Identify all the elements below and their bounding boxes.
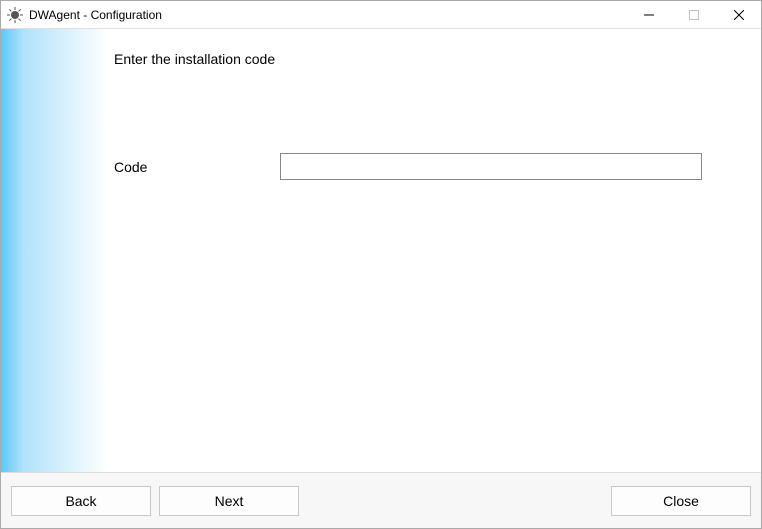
- app-icon: [7, 7, 23, 23]
- code-label: Code: [114, 159, 280, 175]
- code-input[interactable]: [280, 153, 702, 180]
- titlebar: DWAgent - Configuration: [1, 1, 761, 29]
- back-button[interactable]: Back: [11, 486, 151, 516]
- next-button[interactable]: Next: [159, 486, 299, 516]
- window-title: DWAgent - Configuration: [29, 8, 162, 22]
- instruction-text: Enter the installation code: [114, 51, 275, 67]
- content-area: Enter the installation code Code: [1, 29, 761, 472]
- maximize-button: [671, 1, 716, 28]
- window-controls: [626, 1, 761, 28]
- minimize-button[interactable]: [626, 1, 671, 28]
- close-button[interactable]: Close: [611, 486, 751, 516]
- footer: Back Next Close: [1, 472, 761, 528]
- code-field-row: Code: [114, 153, 702, 180]
- window-close-button[interactable]: [716, 1, 761, 28]
- app-window: DWAgent - Configuration Enter the instal…: [0, 0, 762, 529]
